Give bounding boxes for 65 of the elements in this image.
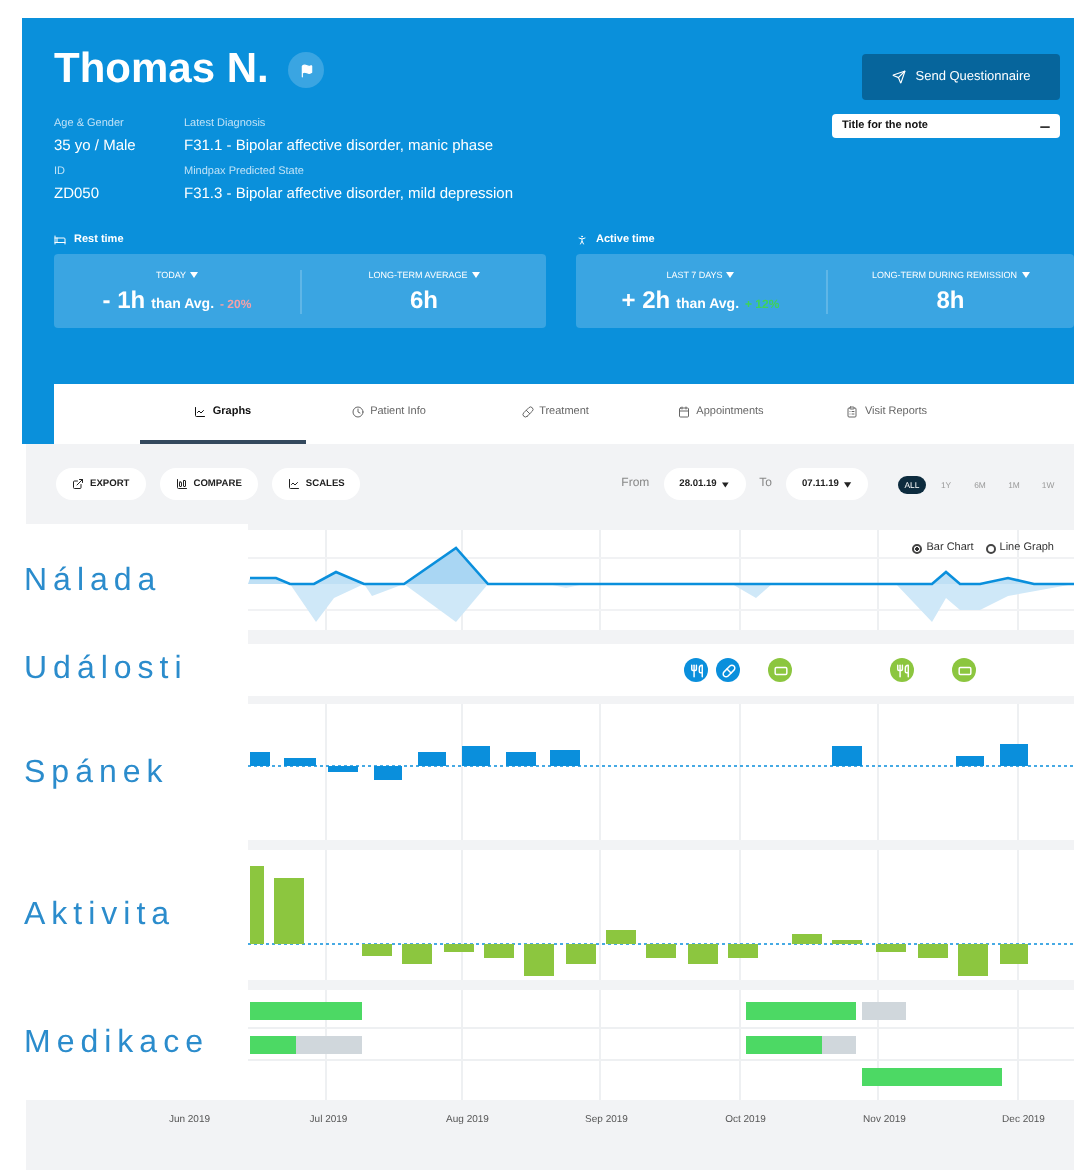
cutlery-icon[interactable] xyxy=(684,658,708,682)
activity-bar xyxy=(1000,944,1028,964)
activity-bar xyxy=(524,944,554,976)
sleep-bar xyxy=(374,766,402,780)
sleep-bar xyxy=(550,750,580,766)
activity-bar xyxy=(362,944,392,956)
activity-bar xyxy=(274,878,304,944)
activity-bar xyxy=(484,944,514,958)
line-chart-icon xyxy=(194,406,207,418)
pill-icon[interactable] xyxy=(716,658,740,682)
caret-icon xyxy=(190,271,199,277)
line-chart-icon xyxy=(287,478,300,490)
stat-value: + 2h xyxy=(621,285,671,313)
person-icon xyxy=(576,234,588,246)
activity-bar xyxy=(958,944,988,976)
send-icon xyxy=(891,70,906,84)
stat-value: - 1h xyxy=(102,285,146,313)
sleep-bar xyxy=(956,756,984,766)
sleep-bar xyxy=(462,746,490,766)
caret-icon xyxy=(722,481,730,487)
bed-icon xyxy=(54,234,66,246)
sleep-bar xyxy=(284,758,316,766)
stat-value: 6h xyxy=(409,285,438,313)
patient-name: Thomas N. xyxy=(54,46,269,94)
medication-bar xyxy=(250,1002,362,1020)
activity-bar xyxy=(688,944,718,964)
activity-bar xyxy=(728,944,758,958)
activity-bar xyxy=(792,934,822,944)
row-label: Události xyxy=(24,652,188,688)
radio-button[interactable] xyxy=(912,543,923,553)
medication-bar xyxy=(862,1002,906,1020)
row-label: Spánek xyxy=(24,755,169,791)
sleep-bar xyxy=(1000,744,1028,766)
medication-bar xyxy=(862,1068,1002,1086)
activity-bar xyxy=(566,944,596,964)
caret-icon xyxy=(471,271,480,277)
bar-chart-icon xyxy=(175,478,188,490)
activity-bar xyxy=(606,930,636,944)
stat-value: 8h xyxy=(936,285,965,313)
clock-icon xyxy=(352,406,365,418)
sleep-bar xyxy=(328,766,358,772)
sleep-bar xyxy=(832,746,862,766)
caret-icon xyxy=(844,481,852,487)
activity-bar xyxy=(402,944,432,964)
medication-bar xyxy=(746,1002,856,1020)
calendar-icon xyxy=(678,406,691,418)
clipboard-icon xyxy=(846,406,859,418)
row-label: Aktivita xyxy=(24,898,176,934)
flag-icon[interactable] xyxy=(288,52,325,88)
radio-button[interactable] xyxy=(985,543,996,553)
sleep-bar xyxy=(250,752,270,766)
activity-bar xyxy=(646,944,676,958)
pill-icon xyxy=(521,406,534,418)
caret-icon xyxy=(726,271,735,277)
export-icon xyxy=(72,478,84,490)
sleep-bar xyxy=(418,752,446,766)
row-label: Medikace xyxy=(24,1025,209,1061)
activity-bar xyxy=(918,944,948,958)
activity-bar xyxy=(876,944,906,952)
activity-bar xyxy=(250,866,264,944)
caret-icon xyxy=(1021,271,1029,277)
sleep-bar xyxy=(506,752,536,766)
activity-bar xyxy=(444,944,474,952)
row-label: Nálada xyxy=(24,564,162,600)
cutlery-icon[interactable] xyxy=(890,658,914,682)
